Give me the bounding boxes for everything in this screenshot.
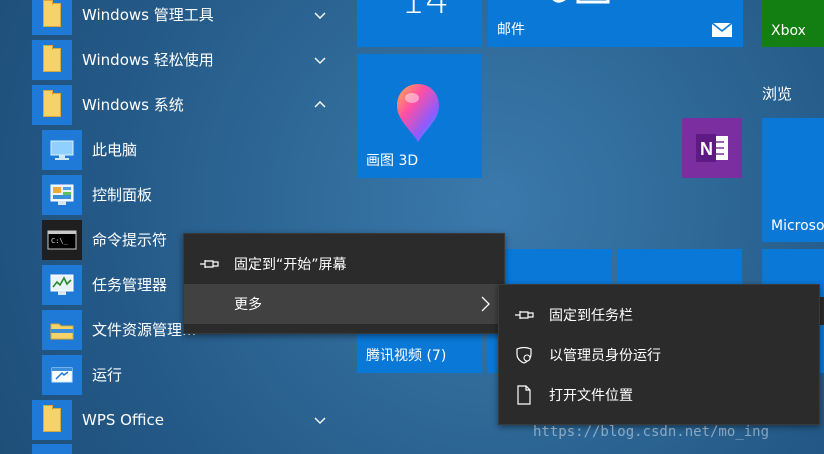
tile-label: 腾讯视频 (7) bbox=[366, 348, 447, 364]
app-this-pc[interactable]: 此电脑 bbox=[30, 127, 340, 172]
tile-paint-3d[interactable]: 画图 3D bbox=[357, 54, 482, 178]
menu-item-label: 以管理员身份运行 bbox=[549, 348, 661, 364]
tile-label: Microso bbox=[771, 218, 824, 234]
watermark: https://blog.csdn.net/mo_ing bbox=[533, 424, 770, 440]
envelope-icon bbox=[711, 22, 733, 37]
app-list: Windows 管理工具 Windows 轻松使用 Windows 系统 此电脑… bbox=[30, 0, 340, 454]
folder-icon bbox=[32, 444, 72, 454]
tile-xbox[interactable]: Xbox bbox=[762, 0, 824, 47]
file-explorer-icon bbox=[42, 309, 82, 350]
folder-icon bbox=[32, 84, 72, 125]
tile-mail[interactable]: 邮件 bbox=[488, 0, 743, 47]
menu-item-pin-to-taskbar[interactable]: 固定到任务栏 bbox=[499, 295, 819, 335]
paint-3d-icon bbox=[397, 84, 439, 142]
menu-item-pin-to-start[interactable]: 固定到“开始”屏幕 bbox=[184, 244, 504, 284]
app-control-panel[interactable]: 控制面板 bbox=[30, 172, 340, 217]
folder-windows-system[interactable]: Windows 系统 bbox=[30, 82, 340, 127]
svg-text:C:\_: C:\_ bbox=[51, 237, 69, 245]
folder-wps-office[interactable]: WPS Office bbox=[30, 397, 340, 442]
app-label: 控制面板 bbox=[92, 186, 153, 204]
svg-text:N: N bbox=[700, 139, 713, 159]
menu-item-label: 固定到任务栏 bbox=[549, 308, 633, 324]
folder-label: Windows 轻松使用 bbox=[82, 51, 214, 69]
folder-label: Windows 管理工具 bbox=[82, 6, 214, 24]
menu-item-label: 打开文件位置 bbox=[549, 388, 633, 404]
menu-item-more[interactable]: 更多 bbox=[184, 284, 504, 324]
chevron-down-icon bbox=[314, 57, 326, 64]
tile-label: Xbox bbox=[771, 23, 806, 39]
app-label: 任务管理器 bbox=[92, 276, 168, 294]
shield-icon bbox=[513, 344, 535, 366]
tile-microsoft[interactable]: Microso bbox=[762, 118, 824, 242]
chevron-down-icon bbox=[314, 417, 326, 424]
this-pc-icon bbox=[42, 129, 82, 170]
app-label: 此电脑 bbox=[92, 141, 138, 159]
pin-icon bbox=[513, 304, 535, 326]
menu-item-run-as-admin[interactable]: 以管理员身份运行 bbox=[499, 335, 819, 375]
tile-label: 画图 3D bbox=[366, 153, 419, 169]
context-menu: 固定到“开始”屏幕 更多 bbox=[183, 233, 505, 334]
app-label: 文件资源管理... bbox=[92, 321, 197, 339]
app-run[interactable]: 运行 bbox=[30, 352, 340, 397]
menu-item-label: 更多 bbox=[234, 297, 262, 313]
app-label: 运行 bbox=[92, 366, 123, 384]
folder-windows-ease-of-access[interactable]: Windows 轻松使用 bbox=[30, 37, 340, 82]
tile-label: 邮件 bbox=[497, 22, 525, 38]
tile-calendar[interactable]: 14 bbox=[357, 0, 482, 47]
folder-icon bbox=[32, 399, 72, 440]
chevron-up-icon bbox=[314, 100, 326, 107]
task-manager-icon bbox=[42, 264, 82, 305]
submenu: 固定到任务栏 以管理员身份运行 打开文件位置 bbox=[498, 284, 820, 425]
onenote-icon: N bbox=[696, 134, 728, 162]
chevron-down-icon bbox=[314, 12, 326, 19]
calendar-date: 14 bbox=[401, 0, 450, 22]
mail-app-icon bbox=[552, 0, 610, 4]
chevron-right-icon bbox=[481, 296, 490, 312]
menu-item-open-file-location[interactable]: 打开文件位置 bbox=[499, 375, 819, 415]
run-icon bbox=[42, 354, 82, 395]
command-prompt-icon: C:\_ bbox=[42, 219, 82, 260]
file-icon bbox=[513, 384, 535, 406]
folder-label: Windows 系统 bbox=[82, 96, 184, 114]
folder-windows-admin-tools[interactable]: Windows 管理工具 bbox=[30, 0, 340, 37]
folder-label: WPS Office bbox=[82, 410, 164, 429]
folder-icon bbox=[32, 39, 72, 80]
app-label: 命令提示符 bbox=[92, 231, 168, 249]
group-label-browse: 浏览 bbox=[762, 85, 793, 103]
menu-item-label: 固定到“开始”屏幕 bbox=[234, 257, 347, 273]
folder-icon bbox=[32, 0, 72, 35]
pin-icon bbox=[198, 253, 220, 275]
control-panel-icon bbox=[42, 174, 82, 215]
tile-onenote[interactable]: N bbox=[682, 118, 742, 178]
